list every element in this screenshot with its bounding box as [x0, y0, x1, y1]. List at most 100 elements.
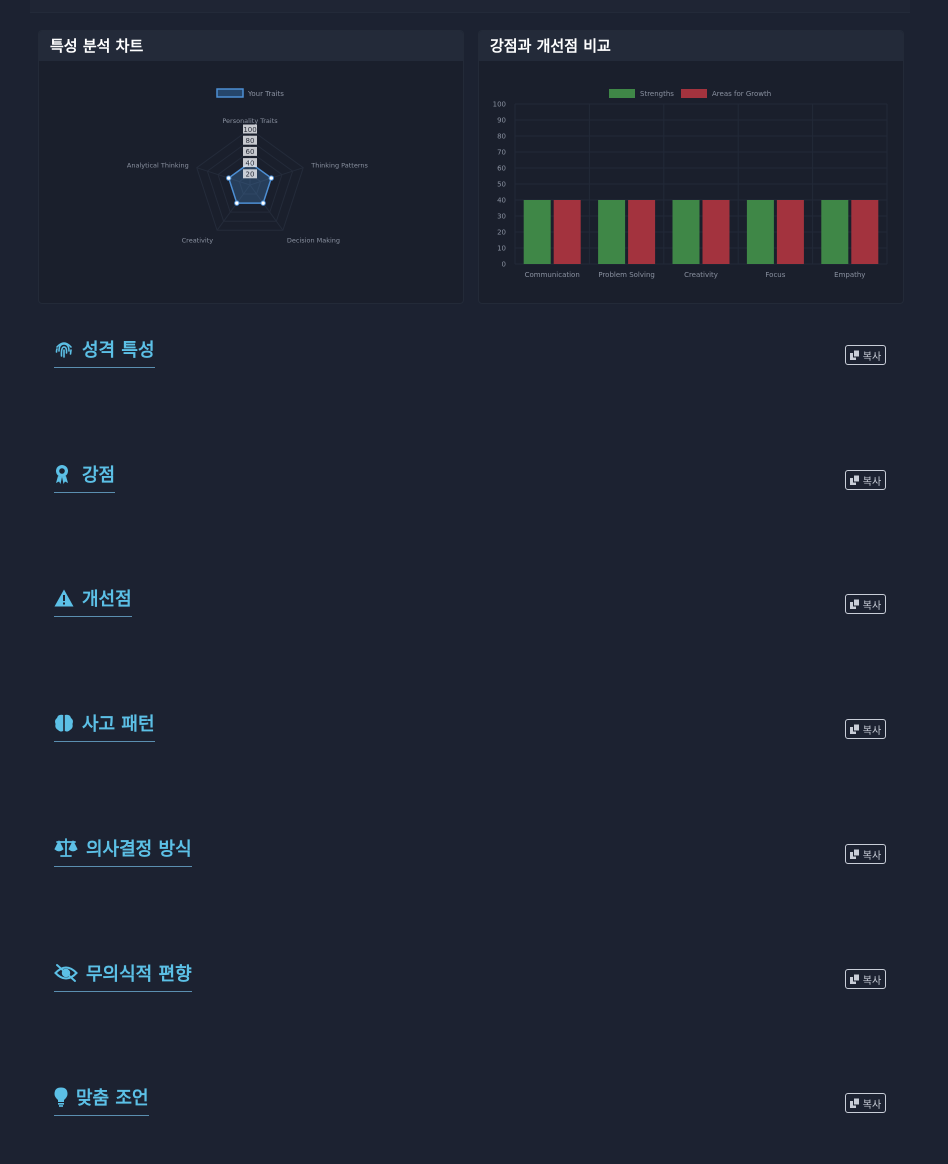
section-title: 맞춤 조언 [54, 1084, 149, 1116]
copy-label: 복사 [862, 600, 882, 612]
bar [553, 200, 581, 264]
copy-label: 복사 [862, 850, 882, 862]
bar-card-title: 강점과 개선점 비교 [479, 31, 903, 61]
section-title-text: 무의식적 편향 [86, 964, 192, 985]
section-decision-making: 의사결정 방식 복사 [54, 831, 886, 871]
bar-y-tick: 100 [493, 101, 506, 109]
radar-axis-label: Personality Traits [222, 117, 278, 125]
bar-x-tick: Problem Solving [598, 271, 654, 279]
copy-icon [849, 349, 860, 360]
legend-label: Strengths [640, 90, 674, 98]
bar-y-tick: 0 [502, 261, 506, 269]
radar-chart-card: 특성 분석 차트 Your Traits 20 40 60 80 100 Personali… [38, 30, 464, 304]
copy-button[interactable]: 복사 [845, 594, 886, 614]
copy-label: 복사 [862, 1099, 882, 1111]
bar [628, 200, 656, 264]
radar-chart: Your Traits 20 40 60 80 100Personality Traits… [127, 88, 369, 244]
copy-label: 복사 [862, 351, 882, 363]
bar [598, 200, 626, 264]
copy-icon [849, 723, 860, 734]
bar-x-tick: Communication [525, 271, 580, 279]
bar-x-tick: Empathy [834, 271, 865, 279]
section-title-text: 의사결정 방식 [86, 839, 192, 860]
bar-x-tick: Creativity [684, 271, 718, 279]
eye-slash-icon [54, 963, 78, 983]
radar-point [268, 175, 275, 181]
radar-point [225, 175, 232, 181]
section-title: 성격 특성 [54, 336, 155, 368]
bar-y-tick: 50 [497, 181, 506, 189]
bar [702, 200, 730, 264]
award-icon [54, 464, 74, 484]
legend-swatch [609, 89, 635, 98]
legend-label: Areas for Growth [712, 90, 771, 98]
copy-button[interactable]: 복사 [845, 969, 886, 989]
analysis-page: 특성 분석 차트 Your Traits 20 40 60 80 100 Personali… [0, 0, 948, 1164]
copy-label: 복사 [862, 725, 882, 737]
section-strengths: 강점 복사 [54, 457, 886, 497]
copy-icon [849, 973, 860, 984]
bar [821, 200, 849, 264]
copy-button[interactable]: 복사 [845, 719, 886, 739]
copy-label: 복사 [862, 975, 882, 987]
radar-tick-label: 60 [246, 148, 255, 156]
radar-point [260, 200, 266, 206]
bar-y-tick: 90 [497, 117, 506, 125]
brain-icon [54, 713, 74, 733]
bar-y-tick: 30 [497, 213, 506, 221]
copy-icon [849, 848, 860, 859]
bar-y-tick: 80 [497, 133, 506, 141]
section-title: 강점 [54, 461, 116, 493]
bar [746, 200, 774, 264]
radar-tick-label: 80 [246, 137, 255, 145]
copy-button[interactable]: 복사 [845, 470, 886, 490]
radar-card-title: 특성 분석 차트 [39, 31, 463, 61]
bar [523, 200, 551, 264]
copy-icon [849, 598, 860, 609]
section-thinking-patterns: 사고 패턴 복사 [54, 706, 886, 746]
radar-axis-label: Decision Making [287, 236, 340, 244]
bar-chart-card: 강점과 개선점 비교 Strengths Areas for Growth 0 10 2… [478, 30, 904, 304]
bar-y-tick: 60 [497, 165, 506, 173]
section-title-text: 성격 특성 [82, 340, 155, 361]
section-title: 개선점 [54, 585, 132, 617]
copy-button[interactable]: 복사 [845, 345, 886, 365]
section-title: 사고 패턴 [54, 710, 155, 742]
copy-button[interactable]: 복사 [845, 844, 886, 864]
bar-y-tick: 40 [497, 197, 506, 205]
bar [672, 200, 700, 264]
section-improvements: 개선점 복사 [54, 581, 886, 621]
section-tailored-advice: 맞춤 조언 복사 [54, 1080, 886, 1120]
copy-icon [849, 1097, 860, 1108]
fingerprint-icon [54, 339, 74, 359]
section-title: 의사결정 방식 [54, 835, 192, 867]
top-strip [30, 0, 910, 13]
radar-point [234, 200, 240, 206]
copy-label: 복사 [862, 476, 882, 488]
bar [776, 200, 804, 264]
scale-icon [54, 838, 78, 858]
copy-button[interactable]: 복사 [845, 1093, 886, 1113]
legend-swatch [216, 88, 244, 98]
copy-icon [849, 474, 860, 485]
radar-tick-label: 40 [246, 159, 255, 167]
bar-x-tick: Focus [765, 271, 785, 279]
warning-icon [54, 588, 74, 608]
section-title-text: 강점 [82, 465, 116, 486]
bar-y-tick: 10 [497, 245, 506, 253]
radar-series-area [227, 161, 273, 204]
legend-label: Your Traits [247, 90, 284, 98]
radar-tick-label: 100 [243, 126, 256, 134]
radar-axis-label: Analytical Thinking [127, 162, 189, 170]
radar-tick-label: 20 [246, 171, 255, 179]
legend-swatch [681, 89, 707, 98]
section-title-text: 사고 패턴 [82, 714, 155, 735]
section-personality: 성격 특성 복사 [54, 332, 886, 372]
radar-axis-label: Thinking Patterns [310, 162, 368, 170]
radar-axis-label: Creativity [182, 236, 214, 244]
lightbulb-icon [54, 1087, 68, 1107]
bar-chart: Strengths Areas for Growth 0 10 20 30 40 50 60 70… [493, 89, 888, 279]
section-title-text: 맞춤 조언 [76, 1088, 149, 1109]
section-title: 무의식적 편향 [54, 960, 192, 992]
bar-y-tick: 70 [497, 149, 506, 157]
